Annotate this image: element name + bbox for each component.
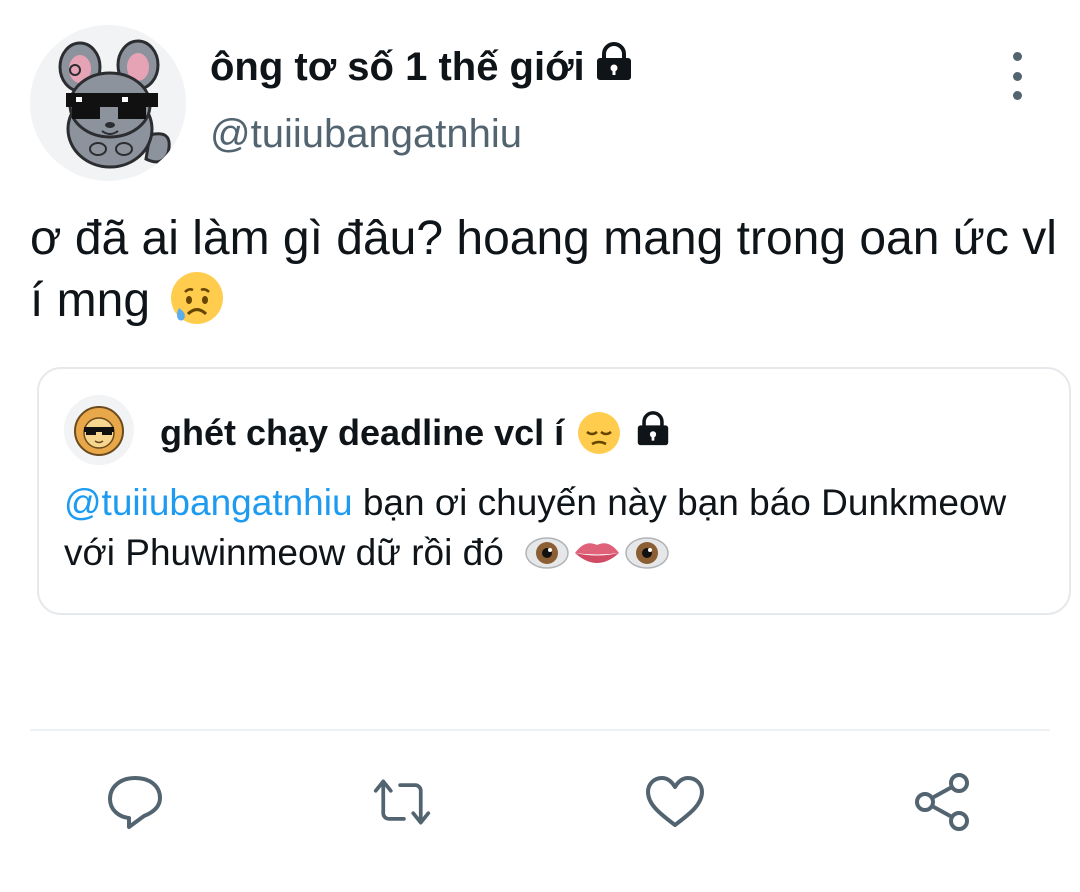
- heart-icon: [646, 776, 704, 827]
- author-avatar[interactable]: [30, 25, 186, 181]
- eye-emoji-icon: [525, 537, 569, 569]
- lion-avatar-icon: [64, 395, 134, 465]
- display-name-text: ông tơ số 1 thế giới: [210, 44, 585, 89]
- pensive-face-emoji-icon: [576, 410, 622, 456]
- author-display-name[interactable]: ông tơ số 1 thế giới: [210, 42, 633, 92]
- author-handle[interactable]: @tuiiubangatnhiu: [210, 112, 522, 157]
- more-options-icon[interactable]: [1000, 52, 1034, 100]
- lock-icon: [595, 42, 633, 92]
- quoted-author-name[interactable]: ghét chạy deadline vcl í: [160, 410, 670, 456]
- lips-emoji-icon: [575, 543, 620, 563]
- sad-relieved-face-emoji-icon: [169, 270, 225, 326]
- retweet-button[interactable]: [372, 772, 432, 832]
- share-icon: [915, 773, 969, 831]
- reply-button[interactable]: [105, 772, 165, 832]
- chinchilla-avatar-icon: [30, 25, 186, 181]
- eye-emoji-icon: [625, 537, 669, 569]
- quoted-author-avatar[interactable]: [64, 395, 134, 465]
- quoted-display-name-text: ghét chạy deadline vcl í: [160, 412, 565, 453]
- tweet-text: ơ đã ai làm gì đâu? hoang mang trong oan…: [30, 208, 1060, 332]
- like-button[interactable]: [645, 772, 705, 832]
- quoted-tweet-text: @tuiiubangatnhiu bạn ơi chuyến này bạn b…: [64, 478, 1054, 578]
- retweet-icon: [373, 779, 431, 825]
- divider: [30, 729, 1050, 731]
- mention-link[interactable]: @tuiiubangatnhiu: [64, 482, 353, 523]
- share-button[interactable]: [913, 772, 973, 832]
- trailing-emojis: [524, 533, 672, 573]
- reply-icon: [108, 776, 162, 829]
- lock-icon: [636, 410, 670, 456]
